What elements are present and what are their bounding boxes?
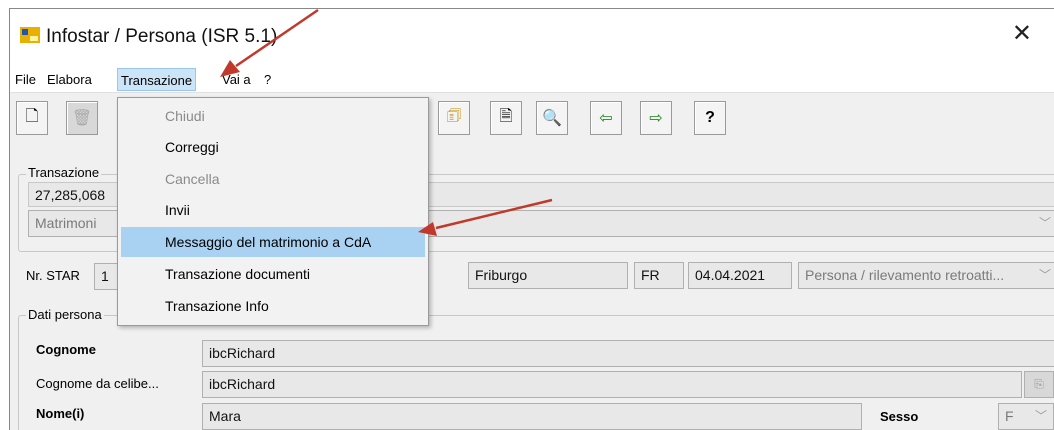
place-field[interactable]: Friburgo bbox=[468, 262, 628, 289]
copy-button[interactable]: ⎘ bbox=[1024, 371, 1054, 398]
nome-field[interactable]: Mara bbox=[202, 403, 862, 430]
transaction-number: 27,285,068 bbox=[35, 187, 106, 203]
menu-item-chiudi[interactable]: Chiudi bbox=[121, 101, 425, 131]
date-field[interactable]: 04.04.2021 bbox=[688, 262, 792, 289]
menu-item-messaggio-matrimonio[interactable]: Messaggio del matrimonio a CdA bbox=[121, 227, 425, 257]
menu-item-transazione-documenti[interactable]: Transazione documenti bbox=[121, 259, 425, 289]
chevron-down-icon: ﹀ bbox=[1038, 216, 1051, 230]
arrow-left-icon: ⇦ bbox=[599, 110, 613, 127]
nome-value: Mara bbox=[209, 408, 241, 424]
copy-icon: ⎘ bbox=[1034, 377, 1044, 391]
trash-icon: 🗑 bbox=[71, 110, 93, 127]
date-value: 04.04.2021 bbox=[695, 267, 766, 283]
close-button[interactable]: ✕ bbox=[1012, 22, 1032, 46]
mode-select[interactable]: Persona / rilevamento retroatti... ﹀ bbox=[798, 262, 1054, 289]
menu-vai-a[interactable]: Vai a bbox=[219, 68, 254, 91]
transazione-dropdown-menu: Chiudi Correggi Cancella Invii Messaggio… bbox=[117, 97, 429, 326]
menu-transazione[interactable]: Transazione bbox=[117, 68, 197, 91]
arrow-right-icon: ⇨ bbox=[649, 110, 663, 127]
document-search-button[interactable]: 🔍 bbox=[536, 101, 568, 135]
cognome-label: Cognome bbox=[36, 342, 96, 357]
menu-item-invii[interactable]: Invii bbox=[121, 195, 425, 225]
sesso-label: Sesso bbox=[880, 409, 919, 424]
help-icon: ? bbox=[705, 109, 715, 126]
help-button[interactable]: ? bbox=[694, 101, 726, 135]
document-yellow-button[interactable]: 🗊 bbox=[438, 101, 470, 135]
place-value: Friburgo bbox=[475, 267, 528, 283]
document-icon: 🗎 bbox=[499, 107, 513, 125]
cognome-celibe-label: Cognome da celibe... bbox=[36, 376, 159, 391]
menu-help[interactable]: ? bbox=[261, 68, 274, 91]
menu-item-cancella[interactable]: Cancella bbox=[121, 164, 425, 194]
title-bar: Infostar / Persona (ISR 5.1) ✕ bbox=[10, 9, 1054, 63]
nr-star-value: 1 bbox=[101, 268, 109, 284]
new-document-icon: 🗋 bbox=[25, 107, 39, 125]
menu-file[interactable]: File bbox=[12, 68, 39, 91]
chevron-down-icon: ﹀ bbox=[1038, 268, 1051, 282]
mode-value: Persona / rilevamento retroatti... bbox=[805, 267, 1005, 283]
document-search-icon: 🔍 bbox=[542, 110, 562, 127]
cognome-field[interactable]: ibcRichard bbox=[202, 340, 1054, 367]
dati-personali-legend: Dati persona bbox=[26, 307, 104, 322]
chevron-down-icon: ﹀ bbox=[1034, 409, 1047, 423]
cognome-value: ibcRichard bbox=[209, 345, 276, 361]
sesso-select[interactable]: F ﹀ bbox=[998, 403, 1054, 430]
document-button[interactable]: 🗎 bbox=[490, 101, 522, 135]
transazione-legend: Transazione bbox=[26, 165, 102, 180]
new-document-button[interactable]: 🗋 bbox=[16, 101, 48, 135]
sesso-value: F bbox=[1005, 408, 1014, 424]
menu-item-transazione-info[interactable]: Transazione Info bbox=[121, 291, 425, 321]
document-yellow-icon: 🗊 bbox=[446, 107, 462, 125]
canton-value: FR bbox=[641, 267, 660, 283]
nr-star-label: Nr. STAR bbox=[26, 268, 80, 283]
arrow-right-button[interactable]: ⇨ bbox=[640, 101, 672, 135]
cognome-celibe-field[interactable]: ibcRichard bbox=[202, 371, 1022, 398]
menu-item-correggi[interactable]: Correggi bbox=[121, 132, 425, 162]
menu-elabora[interactable]: Elabora bbox=[44, 68, 95, 91]
infostar-app-icon bbox=[20, 27, 40, 43]
delete-button[interactable]: 🗑 bbox=[66, 101, 98, 135]
nome-label: Nome(i) bbox=[36, 406, 85, 421]
cognome-celibe-value: ibcRichard bbox=[209, 376, 276, 392]
menu-bar: File Elabora Transazione Vai a ? bbox=[10, 63, 1054, 93]
arrow-left-button[interactable]: ⇦ bbox=[590, 101, 622, 135]
transaction-type-value: Matrimoni bbox=[35, 215, 97, 231]
canton-field[interactable]: FR bbox=[634, 262, 684, 289]
window-title: Infostar / Persona (ISR 5.1) bbox=[46, 26, 278, 47]
